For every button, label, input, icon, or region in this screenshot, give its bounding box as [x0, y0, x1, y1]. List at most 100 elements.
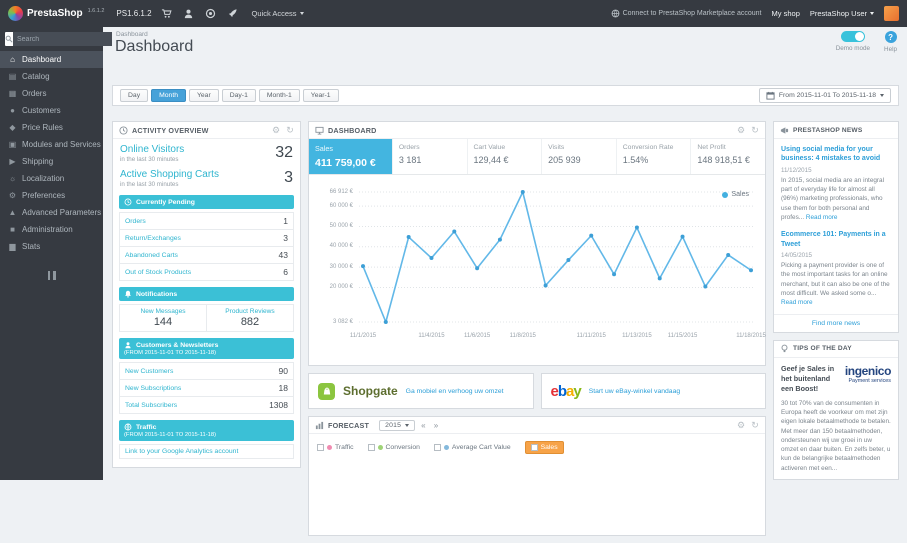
kpi-conversion-rate[interactable]: Conversion Rate 1.54% — [615, 139, 691, 174]
top-bar: PrestaShop 1.6.1.2 PS1.6.1.2 Quick Acces… — [0, 0, 907, 27]
date-filter-toolbar: Day Month Year Day-1 Month-1 Year-1 From… — [112, 85, 899, 106]
sidebar-item-dashboard[interactable]: ⌂ Dashboard — [0, 51, 103, 68]
forecast-legend-conversion[interactable]: Conversion — [367, 444, 420, 451]
average-cart-value-dot — [443, 445, 449, 450]
sidebar-item-label: Orders — [22, 89, 47, 98]
pending-row-out-of-stock: Out of Stock Products 6 — [119, 264, 294, 281]
kpi-orders[interactable]: Orders 3 181 — [391, 139, 467, 174]
customers-icon — [125, 342, 131, 349]
chevron-down-icon — [880, 94, 884, 97]
sidebar-item-label: Modules and Services — [22, 140, 101, 149]
forecast-legend-traffic[interactable]: Traffic — [317, 444, 354, 451]
sidebar-item-shipping[interactable]: ▶ Shipping — [0, 153, 103, 170]
sales-checkbox[interactable] — [530, 444, 538, 451]
help-icon[interactable]: ? — [884, 31, 897, 43]
panel-settings-icon[interactable]: ⚙ — [272, 125, 280, 136]
filter-month-1-button[interactable]: Month-1 — [258, 89, 300, 102]
panel-refresh-icon[interactable]: ↻ — [751, 125, 759, 136]
notifications-header: Notifications — [119, 287, 294, 301]
google-analytics-link[interactable]: Link to your Google Analytics account — [125, 448, 238, 455]
pending-row-abandoned-carts: Abandoned Carts 43 — [119, 247, 294, 264]
panel-refresh-icon[interactable]: ↻ — [751, 420, 759, 431]
chart-x-axis: 11/1/2015 11/4/2015 11/6/2015 11/8/2015 11/1… — [349, 333, 766, 339]
search-icon — [5, 32, 13, 46]
filter-year-1-button[interactable]: Year-1 — [302, 89, 339, 102]
sidebar-item-modules[interactable]: ▣ Modules and Services — [0, 136, 103, 153]
sidebar-item-customers[interactable]: ● Customers — [0, 102, 103, 119]
sidebar-item-orders[interactable]: ▦ Orders — [0, 85, 103, 102]
kpi-net-profit[interactable]: Net Profit 148 918,51 € — [690, 139, 765, 174]
cart-icon[interactable] — [160, 7, 174, 21]
shopgate-link[interactable]: Ga mobiel en verhoog uw omzet — [406, 388, 504, 395]
filter-day-1-button[interactable]: Day-1 — [221, 89, 256, 102]
filter-year-button[interactable]: Year — [188, 89, 219, 102]
kpi-cart-value[interactable]: Cart Value 129,44 € — [466, 139, 542, 174]
sidebar-item-label: Dashboard — [22, 55, 62, 64]
kpi-sales[interactable]: Sales 411 759,00 € — [309, 139, 392, 174]
user-avatar[interactable] — [884, 6, 899, 21]
kpi-visits[interactable]: Visits 205 939 — [541, 139, 616, 174]
online-visitors-link[interactable]: Online Visitors — [120, 144, 184, 155]
sidebar-item-advanced-parameters[interactable]: ▲ Advanced Parameters — [0, 204, 103, 221]
shopgate-icon — [318, 382, 335, 400]
shop-name[interactable]: PS1.6.1.2 — [116, 9, 151, 18]
product-reviews-cell[interactable]: Product Reviews 882 — [206, 305, 293, 331]
new-messages-cell[interactable]: New Messages 144 — [120, 305, 206, 331]
forecast-next-button[interactable]: » — [432, 421, 441, 430]
panel-refresh-icon[interactable]: ↻ — [286, 125, 294, 136]
dashboard-panel: Dashboard ⚙ ↻ Sales 411 759,00 € Orders 3 1… — [308, 121, 766, 366]
sidebar-item-administration[interactable]: ■ Administration — [0, 221, 103, 238]
quick-access-menu[interactable]: Quick Access — [252, 9, 304, 18]
collapse-sidebar-button[interactable] — [46, 271, 58, 280]
dashboard-icon: ⌂ — [10, 55, 15, 64]
panel-settings-icon[interactable]: ⚙ — [737, 125, 745, 136]
news-article-title[interactable]: Ecommerce 101: Payments in a Tweet — [781, 230, 891, 249]
breadcrumb: Dashboard — [116, 31, 148, 38]
sidebar-item-price-rules[interactable]: ◆ Price Rules — [0, 119, 103, 136]
help-label: Help — [884, 46, 897, 53]
average-cart-value-checkbox[interactable] — [433, 444, 441, 451]
search-input[interactable] — [13, 32, 112, 46]
panel-settings-icon[interactable]: ⚙ — [737, 420, 745, 431]
customer-icon[interactable] — [182, 7, 196, 21]
forecast-prev-button[interactable]: « — [419, 421, 428, 430]
demo-mode-label: Demo mode — [835, 45, 871, 52]
shopgate-promo[interactable]: Shopgate Ga mobiel en verhoog uw omzet — [308, 373, 534, 409]
modules-icon: ▣ — [8, 140, 17, 149]
notifications-cells: New Messages 144 Product Reviews 882 — [119, 304, 294, 332]
conversion-checkbox[interactable] — [367, 444, 375, 451]
date-range-picker[interactable]: From 2015-11-01 To 2015-11-18 — [758, 88, 891, 103]
read-more-link[interactable]: Read more — [806, 214, 838, 221]
ebay-link[interactable]: Start uw eBay-winkel vandaag — [589, 388, 680, 395]
ebay-logo: ebay — [550, 382, 582, 400]
module-promos: Shopgate Ga mobiel en verhoog uw omzet e… — [308, 373, 766, 409]
forecast-legend-sales[interactable]: Sales — [524, 441, 564, 454]
google-analytics-row: Link to your Google Analytics account — [119, 444, 294, 459]
online-visitors-row: Online Visitors in the last 30 minutes 3… — [120, 144, 293, 163]
sidebar-item-label: Administration — [22, 225, 73, 234]
demo-mode-toggle[interactable] — [840, 31, 865, 42]
support-icon[interactable] — [204, 7, 218, 21]
marketplace-link[interactable]: Connect to PrestaShop Marketplace accoun… — [611, 9, 762, 18]
panel-title: Activity overview — [132, 125, 209, 135]
filter-day-button[interactable]: Day — [120, 89, 149, 102]
find-more-news-link[interactable]: Find more news — [774, 313, 898, 332]
traffic-checkbox[interactable] — [317, 444, 324, 451]
sidebar-item-localization[interactable]: ☼ Localization — [0, 170, 103, 187]
sidebar-item-catalog[interactable]: ▤ Catalog — [0, 68, 103, 85]
active-carts-link[interactable]: Active Shopping Carts — [120, 169, 219, 180]
user-menu[interactable]: PrestaShop User — [810, 9, 874, 18]
sidebar-item-preferences[interactable]: ⚙ Preferences — [0, 187, 103, 204]
ebay-promo[interactable]: ebay Start uw eBay-winkel vandaag — [540, 373, 766, 409]
rocket-icon[interactable] — [226, 7, 240, 21]
sidebar-item-stats[interactable]: ▆ Stats — [0, 238, 103, 255]
forecast-legend-average-cart-value[interactable]: Average Cart Value — [433, 444, 511, 451]
pending-row-orders: Orders 1 — [119, 212, 294, 230]
clock-icon — [124, 198, 132, 206]
news-article-title[interactable]: Using social media for your business: 4 … — [781, 145, 891, 164]
my-shop-link[interactable]: My shop — [772, 9, 800, 18]
filter-month-button[interactable]: Month — [151, 89, 186, 102]
read-more-link[interactable]: Read more — [781, 299, 813, 306]
prestashop-logo[interactable]: PrestaShop 1.6.1.2 — [8, 6, 104, 21]
forecast-year-select[interactable]: 2015 — [379, 419, 416, 431]
